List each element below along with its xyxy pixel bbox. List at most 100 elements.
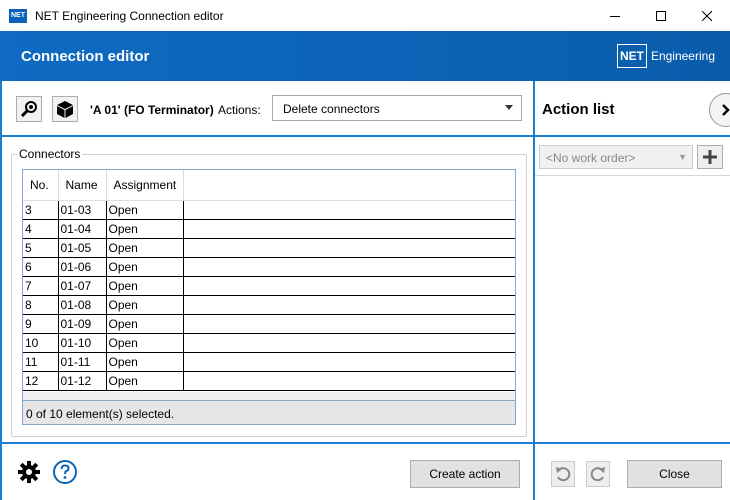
connector-no-cell: 7 [23,276,59,296]
connector-name-cell: 01-04 [58,219,107,239]
table-row[interactable]: 12 01-12 Open [23,371,515,391]
connector-assignment-cell: Open [106,333,184,353]
undo-icon [556,467,571,482]
table-row[interactable]: 10 01-10 Open [23,333,515,353]
chevron-down-icon [505,105,513,110]
close-dialog-button[interactable]: Close [627,460,722,488]
table-row[interactable]: 7 01-07 Open [23,276,515,296]
add-work-order-button[interactable] [697,145,723,169]
table-row[interactable]: 4 01-04 Open [23,219,515,239]
object-3d-button[interactable] [52,96,78,122]
connector-name-cell: 01-12 [58,371,107,391]
plus-icon [703,150,717,164]
row-filler-cell [183,276,515,296]
row-filler-cell [183,333,515,353]
connector-no-cell: 4 [23,219,59,239]
app-header: Connection editor NET Engineering [0,31,730,81]
connector-name-cell: 01-08 [58,295,107,315]
connector-assignment-cell: Open [106,295,184,315]
redo-button[interactable] [586,461,610,487]
table-status-bar: 0 of 10 element(s) selected. [23,400,515,424]
editor-toolbar: 'A 01' (FO Terminator) Actions: Delete c… [2,81,533,137]
editor-pane: 'A 01' (FO Terminator) Actions: Delete c… [0,81,533,500]
row-filler-cell [183,200,515,220]
table-row[interactable]: 6 01-06 Open [23,257,515,277]
chevron-down-icon: ▼ [678,152,687,162]
page-title: Connection editor [21,48,150,65]
maximize-icon [656,10,666,21]
close-button[interactable] [684,0,730,31]
row-filler-cell [183,295,515,315]
column-header-assignment[interactable]: Assignment [106,170,184,201]
connector-no-cell: 10 [23,333,59,353]
help-button[interactable] [52,459,78,485]
connector-name-cell: 01-10 [58,333,107,353]
work-order-dropdown[interactable]: <No work order> ▼ [539,145,693,169]
close-icon [702,10,712,21]
object-label: 'A 01' (FO Terminator) [90,103,214,117]
column-header-name[interactable]: Name [58,170,107,201]
redo-icon [590,467,605,482]
connector-assignment-cell: Open [106,371,184,391]
selection-status: 0 of 10 element(s) selected. [26,407,175,421]
column-header-filler [183,170,515,201]
brand-text: Engineering [650,49,715,63]
row-filler-cell [183,371,515,391]
undo-button[interactable] [551,461,575,487]
connectors-table: No. Name Assignment 3 01-03 Open 4 01-04 Open… [22,169,516,425]
connector-no-cell: 9 [23,314,59,334]
actions-label: Actions: [218,103,261,117]
connector-assignment-cell: Open [106,257,184,277]
settings-button[interactable] [16,459,42,485]
connector-no-cell: 5 [23,238,59,258]
column-header-no[interactable]: No. [23,170,59,201]
table-row[interactable]: 8 01-08 Open [23,295,515,315]
action-list-header: Action list [535,81,730,137]
minimize-button[interactable] [592,0,638,31]
connector-name-cell: 01-09 [58,314,107,334]
cube-icon [57,101,73,118]
connector-name-cell: 01-07 [58,276,107,296]
action-list-title: Action list [542,101,615,118]
connector-name-cell: 01-05 [58,238,107,258]
connector-assignment-cell: Open [106,314,184,334]
table-header-row: No. Name Assignment [23,170,515,201]
connector-no-cell: 11 [23,352,59,372]
row-filler-cell [183,238,515,258]
window-title: NET Engineering Connection editor [35,8,224,23]
actions-dropdown[interactable]: Delete connectors [272,95,522,121]
brand-box: NET [616,44,647,68]
connector-name-cell: 01-06 [58,257,107,277]
table-row[interactable]: 11 01-11 Open [23,352,515,372]
row-filler-cell [183,314,515,334]
connector-assignment-cell: Open [106,238,184,258]
chevron-right-icon [722,104,730,116]
maximize-button[interactable] [638,0,684,31]
table-row[interactable]: 3 01-03 Open [23,200,515,220]
connector-no-cell: 6 [23,257,59,277]
gear-icon [18,461,40,483]
help-icon [53,460,77,484]
connector-assignment-cell: Open [106,200,184,220]
actions-dropdown-value: Delete connectors [283,102,380,116]
brand-logo: NET Engineering [616,44,715,68]
table-row[interactable]: 9 01-09 Open [23,314,515,334]
connector-assignment-cell: Open [106,276,184,296]
connector-name-cell: 01-11 [58,352,107,372]
connector-no-cell: 8 [23,295,59,315]
connectors-group-title: Connectors [17,147,83,161]
create-action-button[interactable]: Create action [410,460,520,488]
table-row[interactable]: 5 01-05 Open [23,238,515,258]
object-search-button[interactable] [16,96,42,122]
row-filler-cell [183,219,515,239]
search-object-icon [20,101,37,118]
action-list-pane: Action list <No work order> ▼ Close [533,81,730,500]
horizontal-scrollbar[interactable] [23,392,515,400]
app-logo-icon: NET [9,8,27,23]
connector-no-cell: 12 [23,371,59,391]
work-order-value: <No work order> [546,151,636,165]
connector-name-cell: 01-03 [58,200,107,220]
window-controls [592,0,730,31]
row-filler-cell [183,257,515,277]
title-bar: NET NET Engineering Connection editor [0,0,730,31]
